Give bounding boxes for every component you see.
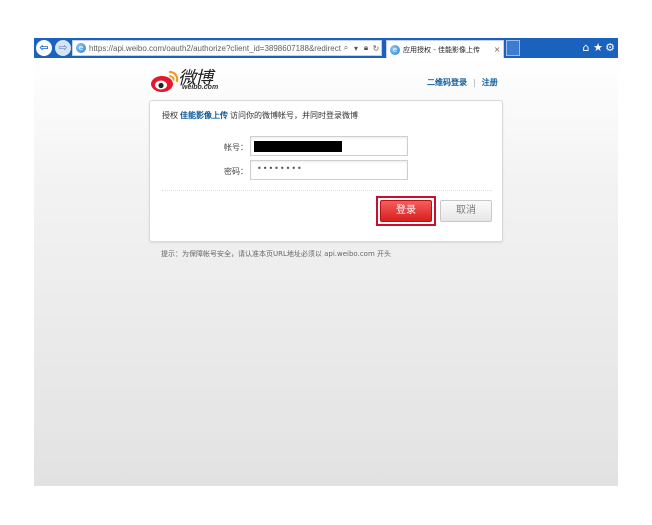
link-separator: | <box>473 78 476 87</box>
password-field[interactable]: •••••••• <box>250 160 408 180</box>
address-bar[interactable]: e https://api.weibo.com/oauth2/authorize… <box>72 40 382 56</box>
search-icon[interactable]: ⌕ <box>341 43 351 53</box>
page-content: 微博 weibo.com 二维码登录 | 注册 授权 佳能影像上传 访问你的微博帐号，并… <box>34 58 618 486</box>
new-tab-button[interactable] <box>506 40 520 56</box>
star-icon[interactable]: ★ <box>592 41 604 55</box>
auth-prefix: 授权 <box>162 111 178 120</box>
back-arrow-icon[interactable]: ⇦ <box>36 40 52 56</box>
browser-toolbar: ⇦ ⇨ e https://api.weibo.com/oauth2/autho… <box>34 38 618 58</box>
lock-icon[interactable]: 🔒︎ <box>361 43 371 53</box>
top-links: 二维码登录 | 注册 <box>427 77 498 88</box>
browser-tab[interactable]: e 应用授权 - 佳能影像上传 × <box>386 40 504 58</box>
tab-close-icon[interactable]: × <box>491 45 503 54</box>
form-divider <box>162 190 492 191</box>
refresh-icon[interactable]: ↻ <box>371 44 381 53</box>
password-label: 密码： <box>224 167 248 176</box>
password-value: •••••••• <box>257 164 303 173</box>
app-name-link[interactable]: 佳能影像上传 <box>180 111 228 120</box>
forward-arrow-icon[interactable]: ⇨ <box>55 40 71 56</box>
auth-description: 授权 佳能影像上传 访问你的微博帐号，并同时登录微博 <box>162 110 358 121</box>
qr-login-link[interactable]: 二维码登录 <box>427 78 467 87</box>
auth-suffix: 访问你的微博帐号，并同时登录微博 <box>230 111 358 120</box>
weibo-eye-icon <box>151 70 179 92</box>
logo-subtext: weibo.com <box>182 84 219 91</box>
account-label: 帐号： <box>224 143 248 152</box>
cancel-button[interactable]: 取消 <box>440 200 492 222</box>
register-link[interactable]: 注册 <box>482 78 498 87</box>
tab-title: 应用授权 - 佳能影像上传 <box>403 45 480 54</box>
home-icon[interactable]: ⌂ <box>580 41 592 55</box>
address-url[interactable]: https://api.weibo.com/oauth2/authorize?c… <box>89 44 341 53</box>
account-field[interactable] <box>250 136 408 156</box>
auth-card: 授权 佳能影像上传 访问你的微博帐号，并同时登录微博 帐号： 密码： •••••••… <box>149 100 503 242</box>
account-redaction <box>254 141 342 152</box>
security-tip: 提示：为保障帐号安全，请认准本页URL地址必须以 api.weibo.com 开… <box>161 250 391 258</box>
ie-favicon-icon: e <box>76 43 86 53</box>
browser-window: ⇦ ⇨ e https://api.weibo.com/oauth2/autho… <box>34 38 618 486</box>
tab-favicon-icon: e <box>390 44 400 55</box>
dropdown-icon[interactable]: ▾ <box>351 44 361 53</box>
login-button[interactable]: 登录 <box>380 200 432 222</box>
weibo-logo[interactable]: 微博 weibo.com <box>150 66 250 94</box>
gear-icon[interactable]: ⚙ <box>604 41 616 55</box>
